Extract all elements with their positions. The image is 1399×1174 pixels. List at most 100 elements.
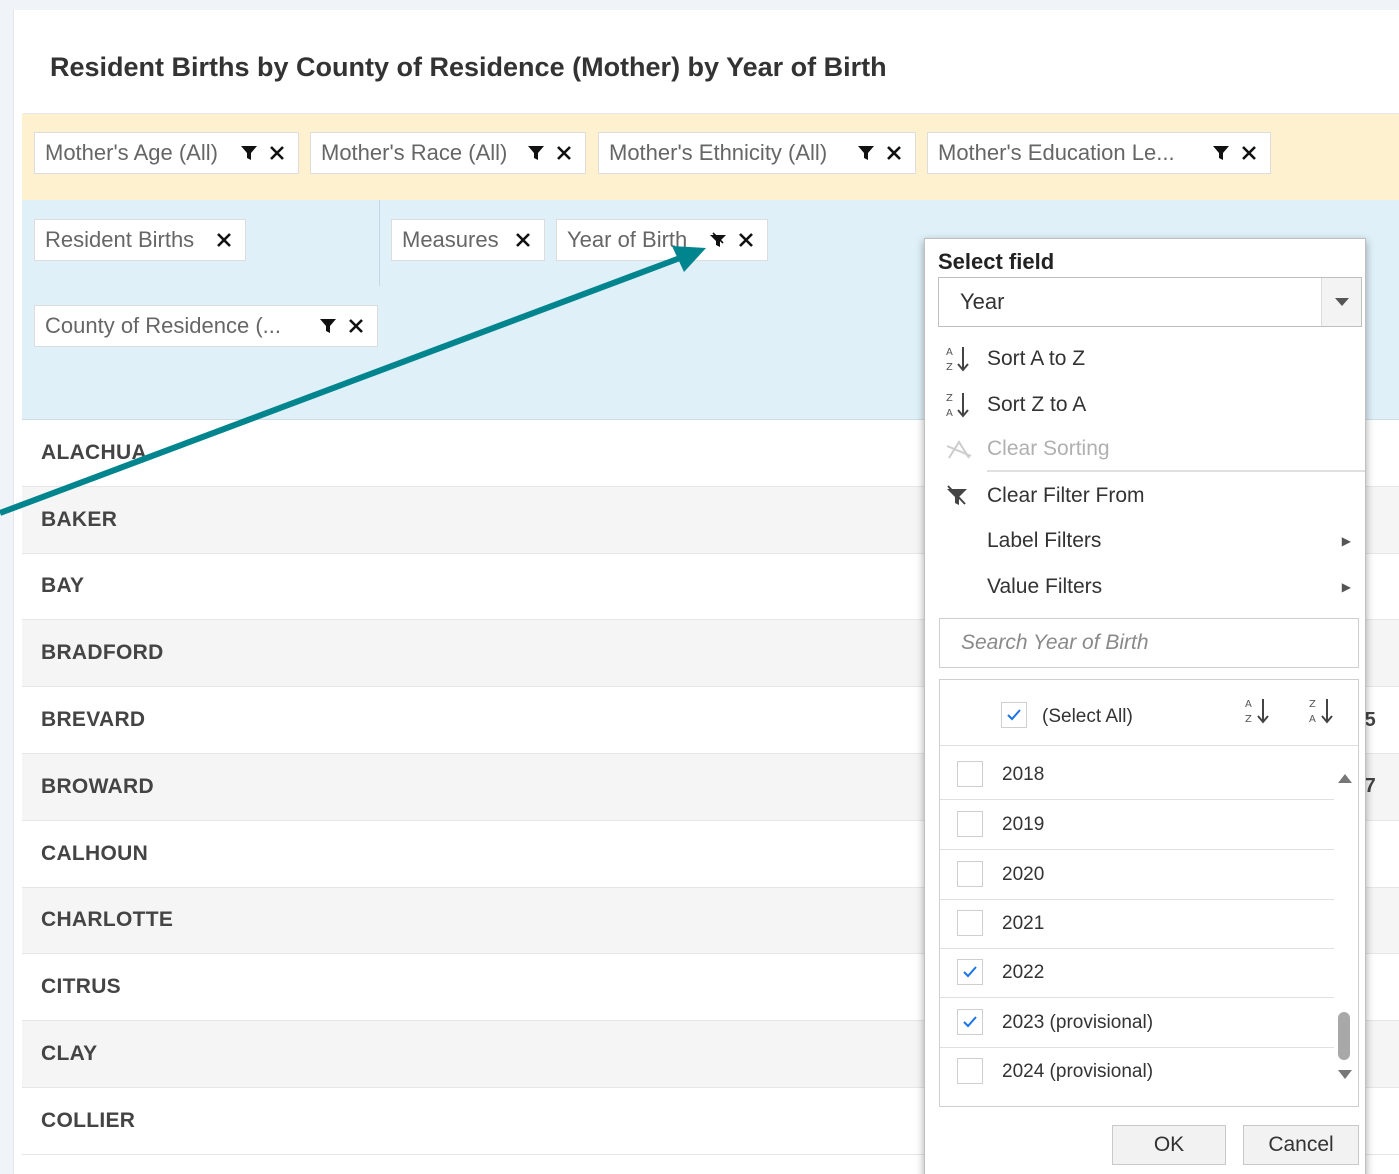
filter-chip-mothers-education[interactable]: Mother's Education Le...	[927, 132, 1271, 174]
list-item[interactable]: 2023 (provisional)	[940, 998, 1334, 1048]
sort-az-icon: AZ	[945, 344, 987, 374]
county-label: CLAY	[41, 1042, 98, 1066]
chip-label: Year of Birth	[567, 227, 688, 252]
svg-text:A: A	[946, 347, 953, 358]
list-item[interactable]: 2020	[940, 850, 1334, 900]
year-checkbox[interactable]	[957, 811, 983, 837]
chip-label: Mother's Race (All)	[321, 140, 508, 165]
filter-icon[interactable]	[1210, 142, 1232, 164]
svg-text:Z: Z	[1245, 714, 1252, 725]
menu-item-label: Clear Filter From	[987, 484, 1145, 507]
scroll-down-icon[interactable]	[1338, 1070, 1352, 1079]
value-chip-resident-births[interactable]: Resident Births	[34, 219, 246, 261]
filter-icon[interactable]	[238, 142, 260, 164]
year-checkbox[interactable]	[957, 910, 983, 936]
county-label: BAKER	[41, 507, 118, 531]
checklist-scrollbar[interactable]	[1338, 750, 1354, 1100]
search-input[interactable]: Search Year of Birth	[939, 618, 1359, 668]
year-label: 2022	[1002, 962, 1045, 983]
list-item[interactable]: 2022	[940, 948, 1334, 998]
county-label: BRADFORD	[41, 641, 164, 665]
select-all-checkbox[interactable]	[1001, 702, 1027, 728]
filter-chip-mothers-ethnicity[interactable]: Mother's Ethnicity (All)	[598, 132, 916, 174]
close-icon[interactable]	[553, 142, 575, 164]
list-item[interactable]: 2021	[940, 899, 1334, 949]
menu-item-label: Sort Z to A	[987, 393, 1087, 416]
list-item[interactable]: 2024 (provisional)	[940, 1047, 1334, 1097]
close-icon[interactable]	[883, 142, 905, 164]
year-checkbox[interactable]	[957, 861, 983, 887]
filter-icon[interactable]	[317, 315, 339, 337]
county-label: COLLIER	[41, 1108, 136, 1132]
svg-text:A: A	[1245, 699, 1252, 710]
close-icon[interactable]	[213, 229, 235, 251]
chip-label: Mother's Age (All)	[45, 140, 218, 165]
year-label: 2024 (provisional)	[1002, 1061, 1154, 1082]
menu-item-label: Sort A to Z	[987, 347, 1086, 370]
chip-label: Mother's Ethnicity (All)	[609, 140, 828, 165]
filter-area: Mother's Age (All) Mother's Race (All) M…	[22, 114, 1399, 200]
year-label: 2023 (provisional)	[1002, 1012, 1154, 1033]
sort-az-icon[interactable]: AZ	[1244, 696, 1272, 731]
menu-item-clear-filter[interactable]: Clear Filter From	[945, 476, 1363, 516]
county-label: BROWARD	[41, 774, 154, 798]
filter-icon[interactable]	[855, 142, 877, 164]
close-icon[interactable]	[345, 315, 367, 337]
checklist-header: (Select All) AZ ZA	[940, 680, 1358, 746]
clear-sort-icon	[945, 436, 987, 462]
svg-text:A: A	[946, 408, 953, 419]
filtered-filter-icon[interactable]	[707, 229, 729, 251]
select-all-label: (Select All)	[1042, 706, 1133, 727]
menu-item-sort-za[interactable]: ZA Sort Z to A	[945, 385, 1363, 425]
clear-filter-icon	[945, 484, 987, 508]
cell-value: 7	[1364, 775, 1376, 798]
area-divider	[379, 200, 380, 286]
scroll-thumb[interactable]	[1338, 1012, 1350, 1060]
county-label: CITRUS	[41, 975, 121, 999]
field-filter-popup: Select field Year AZ Sort A to Z ZA Sort…	[924, 238, 1366, 1174]
menu-item-label: Value Filters	[987, 575, 1103, 598]
list-item[interactable]: 2018	[940, 750, 1334, 800]
close-icon[interactable]	[1238, 142, 1260, 164]
year-label: 2019	[1002, 814, 1045, 835]
year-checkbox[interactable]	[957, 959, 983, 985]
sort-za-icon[interactable]: ZA	[1308, 696, 1336, 731]
filter-chip-mothers-race[interactable]: Mother's Race (All)	[310, 132, 586, 174]
chip-label: Measures	[402, 227, 499, 252]
menu-divider	[987, 470, 1365, 472]
county-label: BAY	[41, 574, 85, 598]
county-label: BREVARD	[41, 708, 146, 732]
chip-label: Resident Births	[45, 227, 195, 252]
close-icon[interactable]	[512, 229, 534, 251]
list-item[interactable]: 2019	[940, 800, 1334, 850]
filter-chip-mothers-age[interactable]: Mother's Age (All)	[34, 132, 299, 174]
year-checklist: (Select All) AZ ZA 2018 2019 2020 2021 2…	[939, 679, 1359, 1107]
cancel-button[interactable]: Cancel	[1243, 1125, 1359, 1165]
column-chip-measures[interactable]: Measures	[391, 219, 545, 261]
year-checkbox[interactable]	[957, 761, 983, 787]
scroll-up-icon[interactable]	[1338, 774, 1352, 783]
chevron-down-icon[interactable]	[1321, 278, 1361, 326]
menu-item-label-filters[interactable]: Label Filters ▶	[945, 521, 1363, 561]
ok-button[interactable]: OK	[1112, 1125, 1226, 1165]
county-label: ALACHUA	[41, 440, 147, 464]
menu-item-sort-az[interactable]: AZ Sort A to Z	[945, 339, 1363, 379]
year-checkbox[interactable]	[957, 1058, 983, 1084]
county-label: CALHOUN	[41, 841, 149, 865]
menu-item-clear-sorting: Clear Sorting	[945, 429, 1363, 469]
close-icon[interactable]	[735, 229, 757, 251]
menu-item-value-filters[interactable]: Value Filters ▶	[945, 567, 1363, 607]
row-chip-county-of-residence[interactable]: County of Residence (...	[34, 305, 378, 347]
sort-za-icon: ZA	[945, 390, 987, 420]
year-label: 2018	[1002, 764, 1045, 785]
field-select[interactable]: Year	[938, 277, 1362, 327]
column-chip-year-of-birth[interactable]: Year of Birth	[556, 219, 768, 261]
select-field-label: Select field	[938, 249, 1055, 274]
close-icon[interactable]	[266, 142, 288, 164]
svg-text:Z: Z	[946, 362, 953, 373]
cell-value: 5	[1364, 708, 1376, 731]
svg-text:Z: Z	[946, 393, 953, 404]
filter-icon[interactable]	[525, 142, 547, 164]
year-label: 2020	[1002, 864, 1045, 885]
year-checkbox[interactable]	[957, 1009, 983, 1035]
